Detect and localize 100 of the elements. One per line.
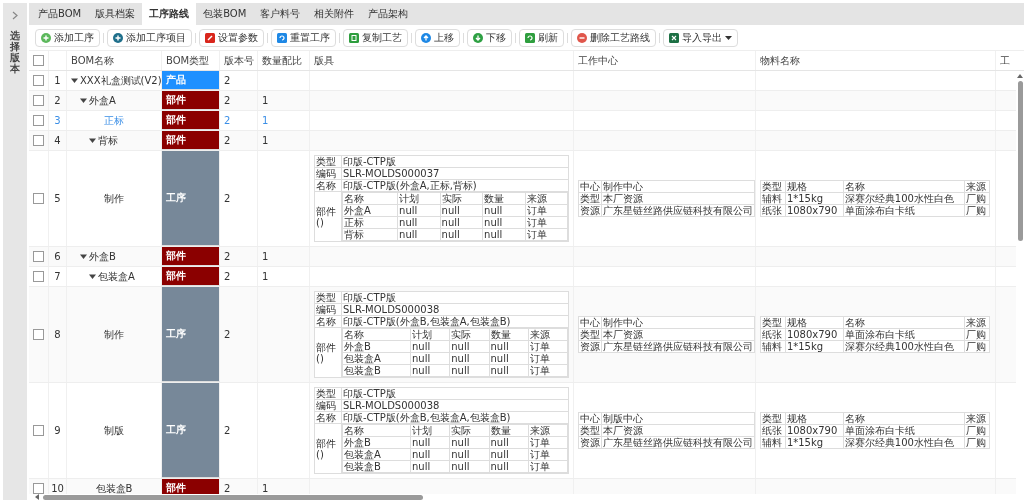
toolbar-button[interactable]: 刷新 <box>519 28 564 47</box>
toolbar-button[interactable]: 添加工序项目 <box>107 28 192 47</box>
table-cell: 1080x790 <box>785 204 844 217</box>
toolbar-button[interactable]: 添加工序 <box>35 28 100 47</box>
toolbar-button[interactable]: 下移 <box>467 28 512 47</box>
toolbar-button[interactable]: 设置参数 <box>199 28 264 47</box>
table-cell: 印版-CTP版 <box>341 387 569 400</box>
tree-item[interactable]: 制作 <box>104 191 124 206</box>
chevron-right-icon[interactable] <box>12 11 18 20</box>
sidebar-title[interactable]: 选择版本 <box>10 30 20 74</box>
toolbar-button[interactable]: 上移 <box>415 28 460 47</box>
column-header[interactable]: BOM类型 <box>162 51 220 70</box>
column-header[interactable]: BOM名称 <box>67 51 162 70</box>
row-number: 5 <box>49 151 67 246</box>
checkbox[interactable] <box>33 55 44 66</box>
tree-item[interactable]: 制版 <box>104 423 124 438</box>
checkbox[interactable] <box>33 329 44 340</box>
field-label: 编码 <box>314 399 342 412</box>
table-cell: 1 <box>262 95 269 106</box>
table-cell: null <box>397 228 441 241</box>
table-cell: 订单 <box>525 216 568 229</box>
toolbar-button[interactable]: 删除工艺路线 <box>571 28 656 47</box>
checkbox[interactable] <box>33 193 44 204</box>
table-cell: 包装盒A <box>342 448 411 461</box>
column-header[interactable]: 版具 <box>310 51 574 70</box>
table-cell: 包装盒A <box>342 352 411 365</box>
table-cell: 2 <box>224 95 231 106</box>
table-cell: null <box>489 448 529 461</box>
column-header: 类型 <box>760 180 786 193</box>
tree-item[interactable]: 外盒A <box>89 93 116 108</box>
toolbar-button[interactable]: 导入导出 <box>663 28 738 47</box>
table-cell: 订单 <box>528 460 568 473</box>
table-cell: 广东星链丝路供应链科技有限公司 <box>601 340 755 353</box>
tab[interactable]: 工序路线 <box>142 3 197 25</box>
table-cell: null <box>449 448 489 461</box>
spreadsheet-icon <box>669 32 679 43</box>
tree-item[interactable]: 包装盒B <box>95 481 133 494</box>
field-label: 资源 <box>578 204 602 217</box>
caret-down-icon[interactable] <box>80 253 87 260</box>
column-header[interactable]: 版本号 <box>220 51 258 70</box>
tree-item[interactable]: 正标 <box>104 113 124 128</box>
table-cell: null <box>482 204 525 217</box>
tree-item[interactable]: 背标 <box>98 133 118 148</box>
column-header[interactable]: 工作中心 <box>574 51 756 70</box>
table-cell: 厂购 <box>964 328 990 341</box>
checkbox[interactable] <box>33 95 44 106</box>
table-cell: 印版-CTP版 <box>341 291 569 304</box>
table-cell: 深赛尔经典100水性白色 <box>843 192 965 205</box>
field-label: 类型 <box>578 328 602 341</box>
checkbox[interactable] <box>33 75 44 86</box>
table-cell: 印版-CTP版(外盒B,包装盒A,包装盒B) <box>341 315 569 328</box>
toolbar-button[interactable]: 复制工艺 <box>343 28 408 47</box>
checkbox[interactable] <box>33 115 44 126</box>
toolbar-button[interactable]: 重置工序 <box>271 28 336 47</box>
caret-down-icon[interactable] <box>71 77 78 84</box>
tab[interactable]: 版具档案 <box>88 3 143 25</box>
column-header: 规格 <box>785 316 844 329</box>
tree-item[interactable]: 制作 <box>104 327 124 342</box>
refresh-icon <box>277 32 287 43</box>
column-header[interactable]: 工 <box>996 51 1024 70</box>
table-cell: 订单 <box>525 228 568 241</box>
field-label: 类型 <box>314 155 342 168</box>
column-header: 类型 <box>760 316 786 329</box>
tab[interactable]: 产品BOM <box>31 3 89 25</box>
table-cell: null <box>489 460 529 473</box>
tab[interactable]: 客户料号 <box>253 3 308 25</box>
row-number: 1 <box>49 71 67 90</box>
tab[interactable]: 相关附件 <box>307 3 362 25</box>
tree-item[interactable]: 包装盒A <box>98 269 135 284</box>
table-cell: 辅料 <box>760 436 786 449</box>
column-header: 来源 <box>964 180 990 193</box>
column-header[interactable]: 数量配比 <box>258 51 310 70</box>
table-cell: 1080x790 <box>785 424 844 437</box>
table-cell: 订单 <box>528 448 568 461</box>
column-header: 来源 <box>964 412 990 425</box>
field-label: 名称 <box>314 315 342 328</box>
checkbox[interactable] <box>33 425 44 436</box>
table-cell: 1*15kg <box>785 192 844 205</box>
checkbox[interactable] <box>33 135 44 146</box>
tree-item[interactable]: 外盒B <box>89 249 116 264</box>
arrow-down-icon <box>473 32 483 43</box>
table-cell: 2 <box>224 135 231 146</box>
checkbox[interactable] <box>33 251 44 262</box>
table-cell: 正标 <box>342 216 398 229</box>
table-cell: 厂购 <box>964 192 990 205</box>
field-label: 类型 <box>578 424 602 437</box>
table-cell: 2 <box>224 483 231 494</box>
tree-item[interactable]: XXX礼盒测试(V2) <box>80 73 161 88</box>
tab[interactable]: 包装BOM <box>196 3 254 25</box>
checkbox[interactable] <box>33 271 44 282</box>
table-cell: 厂购 <box>964 204 990 217</box>
caret-down-icon[interactable] <box>89 273 96 280</box>
table-cell: null <box>489 340 529 353</box>
checkbox[interactable] <box>33 483 44 494</box>
tab[interactable]: 产品架构 <box>361 3 416 25</box>
column-header[interactable]: 物料名称 <box>756 51 996 70</box>
caret-down-icon[interactable] <box>89 137 96 144</box>
table-cell: null <box>489 352 529 365</box>
caret-down-icon[interactable] <box>80 97 87 104</box>
column-header: 实际 <box>449 328 489 341</box>
